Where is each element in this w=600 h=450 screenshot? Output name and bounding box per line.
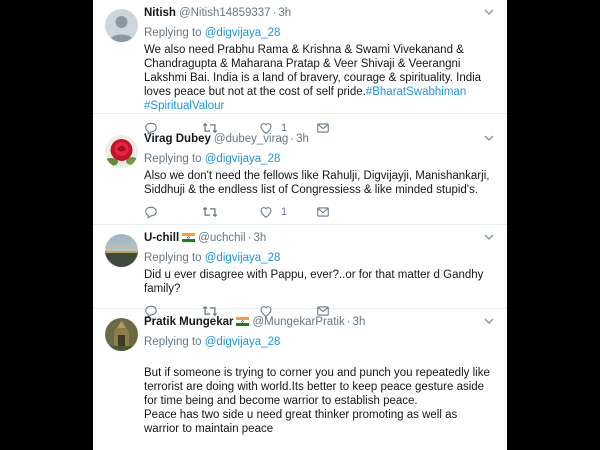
user-handle[interactable]: @dubey_virag [214,133,288,145]
timestamp[interactable]: 3h [253,232,266,244]
reply-mention-link[interactable]: @digvijaya_28 [205,336,281,348]
like-button[interactable]: 1 [259,204,287,220]
india-flag-icon [182,233,196,242]
tweet-header: Nitish @Nitish14859337 · 3h [144,6,495,21]
avatar[interactable] [105,234,138,267]
avatar[interactable] [105,318,138,351]
tweet[interactable]: Pratik Mungekar @MungekarPratik · 3h Replyi… [93,309,507,450]
replying-to: Replying to @digvijaya_28 [144,250,495,266]
replying-to: Replying to @digvijaya_28 [144,25,495,41]
tweet-feed: Nitish @Nitish14859337 · 3h Replying to @di… [93,0,507,450]
retweet-icon [202,206,218,218]
reply-mention-link[interactable]: @digvijaya_28 [205,252,281,264]
envelope-icon [317,207,329,217]
direct-message-button[interactable] [316,204,330,220]
retweet-button[interactable] [202,204,218,220]
tweet-text: We also need Prabhu Rama & Krishna & Swa… [144,43,495,113]
tweet[interactable]: Virag Dubey @dubey_virag · 3h Replying to @… [93,126,507,225]
tweet[interactable]: Nitish @Nitish14859337 · 3h Replying to @di… [93,0,507,135]
india-flag-icon [236,317,250,326]
replying-to-label: Replying to [144,27,202,39]
chevron-down-icon[interactable] [483,132,495,144]
replying-to: Replying to @digvijaya_28 [144,151,495,167]
replying-to: Replying to @digvijaya_28 [144,334,495,350]
replying-to-label: Replying to [144,336,202,348]
tweet-text-content: But if someone is trying to corner you a… [144,367,490,435]
temple-avatar-icon [105,318,138,351]
timestamp[interactable]: 3h [296,133,309,145]
reply-button[interactable] [144,204,158,220]
tweet-text-content: Also we don't need the fellows like Rahu… [144,170,490,196]
rose-avatar-icon [105,135,138,168]
default-avatar-icon [105,9,138,42]
tweet-header: Virag Dubey @dubey_virag · 3h [144,132,495,147]
reply-icon [145,206,157,219]
avatar[interactable] [105,135,138,168]
display-name[interactable]: Pratik Mungekar [144,316,233,328]
chevron-down-icon[interactable] [483,6,495,18]
tweet-header: U-chill @uchchil · 3h [144,231,495,246]
separator-dot: · [346,316,351,328]
tweet[interactable]: U-chill @uchchil · 3h Replying to @digvijay… [93,225,507,318]
user-handle[interactable]: @MungekarPratik [252,316,344,328]
separator-dot: · [290,133,295,145]
display-name[interactable]: U-chill [144,232,179,244]
user-handle[interactable]: @uchchil [198,232,245,244]
display-name[interactable]: Virag Dubey [144,133,211,145]
sunset-avatar-icon [105,234,138,267]
tweet-text-content: Did u ever disagree with Pappu, ever?..o… [144,269,484,295]
avatar[interactable] [105,9,138,42]
tweet-actions: 1 [144,204,495,220]
tweet-text: Also we don't need the fellows like Rahu… [144,169,495,197]
separator-dot: · [272,7,277,19]
separator-dot: · [247,232,252,244]
chevron-down-icon[interactable] [483,315,495,327]
display-name[interactable]: Nitish [144,7,176,19]
reply-mention-link[interactable]: @digvijaya_28 [205,27,281,39]
tweet-text: But if someone is trying to corner you a… [144,352,495,436]
timestamp[interactable]: 3h [353,316,366,328]
replying-to-label: Replying to [144,252,202,264]
reply-mention-link[interactable]: @digvijaya_28 [205,153,281,165]
user-handle[interactable]: @Nitish14859337 [179,7,271,19]
timestamp[interactable]: 3h [278,7,291,19]
replying-to-label: Replying to [144,153,202,165]
tweet-header: Pratik Mungekar @MungekarPratik · 3h [144,315,495,330]
tweet-text: Did u ever disagree with Pappu, ever?..o… [144,268,495,296]
like-count: 1 [281,206,288,218]
chevron-down-icon[interactable] [483,231,495,243]
heart-icon [260,207,272,218]
